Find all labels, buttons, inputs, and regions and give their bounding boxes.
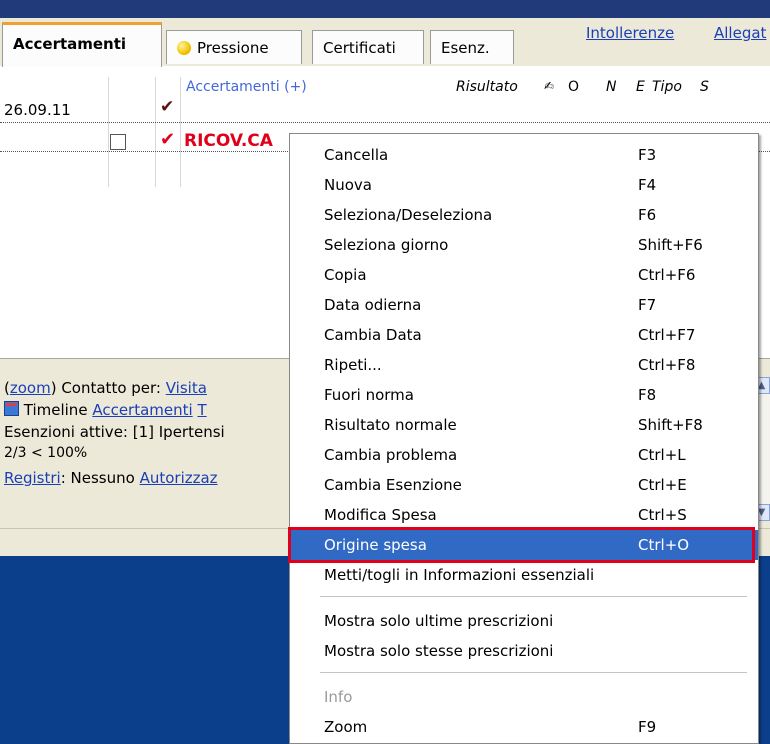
menu-item-zoom[interactable]: Zoom F9	[290, 712, 758, 742]
pen-icon: ✍	[544, 79, 555, 93]
menu-item-seleziona-deseleziona[interactable]: Seleziona/Deseleziona F6	[290, 200, 758, 230]
menu-item-modifica-spesa[interactable]: Modifica Spesa Ctrl+S	[290, 500, 758, 530]
menu-item-mostra-ultime-prescrizioni[interactable]: Mostra solo ultime prescrizioni	[290, 606, 758, 636]
grid-divider	[180, 77, 181, 187]
row-separator	[0, 122, 770, 123]
tab-certificati[interactable]: Certificati	[312, 30, 424, 64]
info-line-ratio: 2/3 < 100%	[4, 445, 88, 461]
tab-label: Accertamenti	[13, 35, 127, 53]
autorizzazioni-link[interactable]: Autorizzaz	[140, 469, 218, 487]
calendar-icon	[4, 401, 19, 416]
row-accertamento-name[interactable]: RICOV.CA	[184, 131, 273, 151]
menu-item-ripeti[interactable]: Ripeti... Ctrl+F8	[290, 350, 758, 380]
tab-accertamenti[interactable]: Accertamenti	[2, 22, 162, 67]
column-header-accertamenti[interactable]: Accertamenti (+)	[186, 79, 307, 95]
tab-pressione[interactable]: Pressione	[166, 30, 302, 64]
menu-separator	[320, 672, 747, 673]
menu-item-data-odierna[interactable]: Data odierna F7	[290, 290, 758, 320]
tab-bar: Accertamenti Pressione Certificati Esenz…	[0, 18, 770, 67]
grid-divider	[108, 77, 109, 187]
tab-esenz[interactable]: Esenz.	[430, 30, 514, 64]
info-line-esenzioni: Esenzioni attive: [1] Ipertensi	[4, 423, 225, 441]
timeline-other-link[interactable]: T	[197, 401, 206, 419]
column-header-e[interactable]: E	[636, 79, 645, 95]
tab-label: Certificati	[323, 39, 396, 57]
menu-item-copia[interactable]: Copia Ctrl+F6	[290, 260, 758, 290]
menu-item-cambia-esenzione[interactable]: Cambia Esenzione Ctrl+E	[290, 470, 758, 500]
menu-item-info: Info	[324, 688, 353, 706]
row-date[interactable]: 26.09.11	[4, 101, 71, 119]
check-icon: ✔	[160, 97, 175, 117]
menu-item-cancella[interactable]: Cancella F3	[290, 140, 758, 170]
row-checkbox[interactable]	[110, 134, 126, 150]
menu-item-risultato-normale[interactable]: Risultato normale Shift+F8	[290, 410, 758, 440]
menu-item-seleziona-giorno[interactable]: Seleziona giorno Shift+F6	[290, 230, 758, 260]
link-intollerenze[interactable]: Intollerenze	[586, 24, 674, 42]
column-header-n[interactable]: N	[606, 79, 616, 95]
menu-separator	[320, 596, 747, 597]
timeline-accertamenti-link[interactable]: Accertamenti	[92, 401, 192, 419]
info-line-timeline: Timeline Accertamenti T	[4, 401, 207, 419]
menu-item-metti-togli-informazioni[interactable]: Metti/togli in Informazioni essenziali	[290, 560, 758, 590]
menu-item-cambia-problema[interactable]: Cambia problema Ctrl+L	[290, 440, 758, 470]
tab-label: Pressione	[197, 39, 269, 57]
menu-item-mostra-stesse-prescrizioni[interactable]: Mostra solo stesse prescrizioni	[290, 636, 758, 666]
grid-divider	[155, 77, 156, 187]
window-top-strip	[0, 0, 770, 18]
zoom-link[interactable]: zoom	[10, 379, 51, 397]
tab-label: Esenz.	[441, 39, 490, 57]
registri-link[interactable]: Registri	[4, 469, 61, 487]
menu-item-nuova[interactable]: Nuova F4	[290, 170, 758, 200]
info-line-contact: (zoom) Contatto per: Visita	[4, 379, 207, 397]
context-menu: Cancella F3 Nuova F4 Seleziona/Deseleziona…	[288, 133, 759, 744]
column-header-s[interactable]: S	[700, 79, 709, 95]
column-header-tipo[interactable]: Tipo	[652, 79, 682, 95]
link-allegati[interactable]: Allegat	[714, 24, 766, 42]
menu-item-cambia-data[interactable]: Cambia Data Ctrl+F7	[290, 320, 758, 350]
visita-link[interactable]: Visita	[166, 379, 207, 397]
column-header-o[interactable]: O	[568, 79, 579, 95]
menu-item-origine-spesa[interactable]: Origine spesa Ctrl+O	[288, 527, 758, 563]
column-header-risultato[interactable]: Risultato	[456, 79, 518, 95]
info-line-registri: Registri: Nessuno Autorizzaz	[4, 469, 218, 487]
check-icon: ✔	[160, 129, 176, 150]
menu-item-fuori-norma[interactable]: Fuori norma F8	[290, 380, 758, 410]
yellow-circle-icon	[177, 41, 191, 55]
